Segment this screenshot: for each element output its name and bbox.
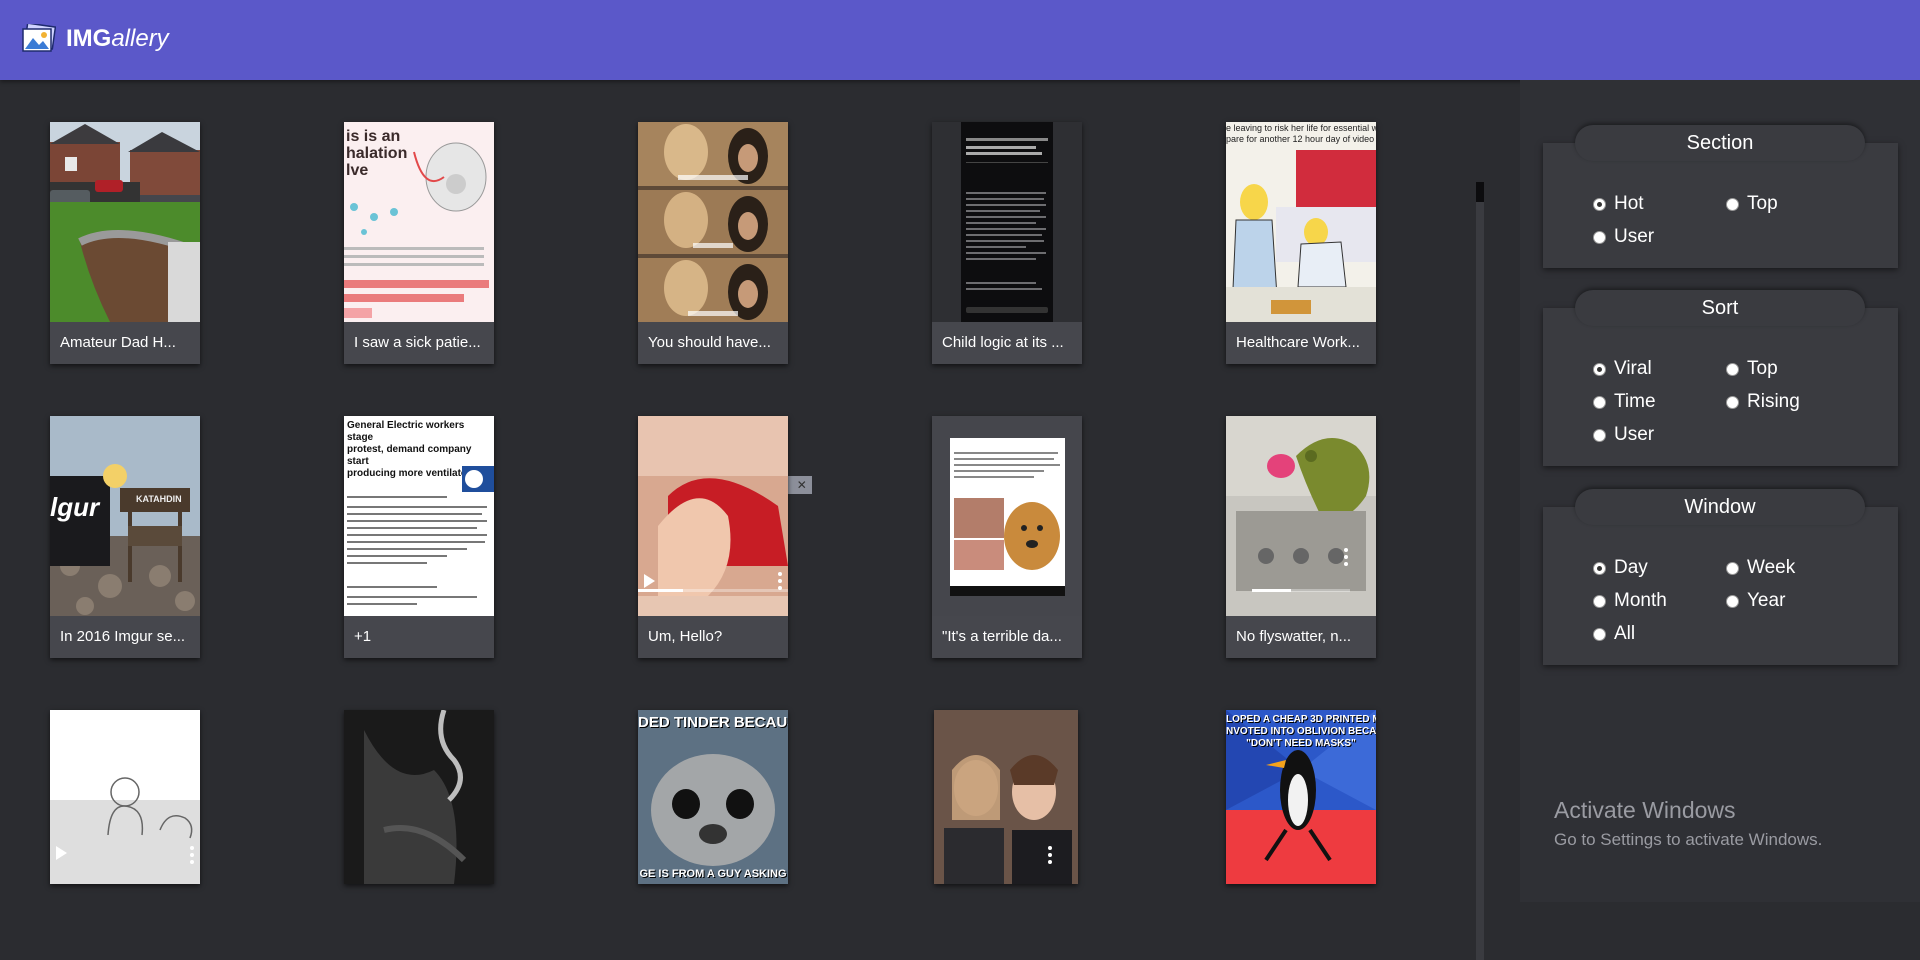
gallery-card[interactable]: e leaving to risk her life for essential…	[1226, 122, 1376, 364]
gallery-grid: Amateur Dad H... is is an halation lve I…	[0, 80, 1520, 960]
radio-icon[interactable]	[1726, 395, 1739, 409]
top-bar: IMGallery	[0, 0, 1920, 80]
more-options-icon[interactable]	[190, 846, 194, 864]
section-title: Section	[1575, 125, 1865, 161]
filter-sidebar: Section Hot Top User Sort Viral Top Time…	[1520, 80, 1920, 902]
section-option-hot[interactable]: Hot	[1593, 193, 1644, 215]
radio-icon[interactable]	[1593, 362, 1606, 376]
video-progress[interactable]	[1252, 589, 1350, 592]
sort-panel: Sort Viral Top Time Rising User	[1543, 290, 1898, 466]
window-panel: Window Day Week Month Year All	[1543, 489, 1898, 665]
radio-icon[interactable]	[1726, 362, 1739, 376]
gallery-card[interactable]: No flyswatter, n...	[1226, 416, 1376, 658]
gallery-logo-icon	[22, 24, 56, 52]
ad-close-icon[interactable]: ✕	[797, 478, 807, 492]
card-caption: I saw a sick patie...	[344, 322, 494, 364]
play-icon[interactable]	[56, 846, 67, 860]
section-option-user[interactable]: User	[1593, 226, 1654, 248]
gallery-card[interactable]: lgur KATAHDIN In 2016 Imgur se...	[50, 416, 200, 658]
window-option-week[interactable]: Week	[1726, 557, 1795, 579]
thumbnail-smoke-bw	[344, 710, 494, 884]
gallery-card[interactable]: You should have...	[638, 122, 788, 364]
radio-icon[interactable]	[1593, 428, 1606, 442]
gallery-card[interactable]: Child logic at its ...	[932, 122, 1082, 364]
section-option-top[interactable]: Top	[1726, 193, 1778, 215]
window-option-all[interactable]: All	[1593, 623, 1635, 645]
thumbnail-mask-infographic: is is an halation lve	[344, 122, 494, 322]
thumbnail-dog-post	[932, 416, 1082, 616]
radio-icon[interactable]	[1593, 395, 1606, 409]
sort-option-time[interactable]: Time	[1593, 391, 1656, 413]
card-caption: +1	[344, 616, 494, 658]
watermark-title: Activate Windows	[1554, 797, 1736, 823]
play-icon[interactable]	[644, 574, 655, 588]
thumbnail-ge-news: General Electric workers stage protest, …	[344, 416, 494, 616]
sort-title: Sort	[1575, 290, 1865, 326]
card-caption: No flyswatter, n...	[1226, 616, 1376, 658]
radio-icon[interactable]	[1593, 627, 1606, 641]
card-caption: Amateur Dad H...	[50, 322, 200, 364]
gallery-card[interactable]: General Electric workers stage protest, …	[344, 416, 494, 658]
card-caption: Um, Hello?	[638, 616, 788, 658]
gallery-card[interactable]: is is an halation lve I saw a sick patie…	[344, 122, 494, 364]
card-caption: You should have...	[638, 322, 788, 364]
video-progress[interactable]	[638, 589, 788, 592]
more-options-icon[interactable]	[778, 572, 782, 590]
thumbnail-sketch-video	[50, 710, 200, 884]
sort-option-user[interactable]: User	[1593, 424, 1654, 446]
radio-icon[interactable]	[1593, 230, 1606, 244]
more-options-icon[interactable]	[1048, 846, 1052, 864]
thumbnail-lawn-house	[50, 122, 200, 322]
thumbnail-healthcare-cartoon: e leaving to risk her life for essential…	[1226, 122, 1376, 322]
thumbnail-movie-meme	[638, 122, 788, 322]
gallery-card[interactable]: DED TINDER BECAUSE GE IS FROM A GUY ASKI…	[638, 710, 788, 884]
app-name: IMGallery	[66, 25, 169, 52]
thumbnail-chameleon-video	[1226, 416, 1376, 616]
thumbnail-seal-meme: DED TINDER BECAUSE GE IS FROM A GUY ASKI…	[638, 710, 788, 884]
gallery-card[interactable]: Um, Hello?	[638, 416, 788, 658]
logo[interactable]: IMGallery	[22, 24, 169, 54]
more-options-icon[interactable]	[1344, 548, 1348, 566]
scrollbar-thumb[interactable]	[1476, 182, 1484, 202]
window-option-year[interactable]: Year	[1726, 590, 1785, 612]
thumbnail-two-women-video	[934, 710, 1078, 884]
radio-icon[interactable]	[1726, 197, 1739, 211]
card-caption: Healthcare Work...	[1226, 322, 1376, 364]
radio-icon[interactable]	[1726, 594, 1739, 608]
sort-option-viral[interactable]: Viral	[1593, 358, 1652, 380]
gallery-card[interactable]: Amateur Dad H...	[50, 122, 200, 364]
window-option-day[interactable]: Day	[1593, 557, 1648, 579]
window-option-month[interactable]: Month	[1593, 590, 1667, 612]
radio-icon[interactable]	[1593, 561, 1606, 575]
radio-icon[interactable]	[1593, 197, 1606, 211]
card-caption: "It's a terrible da...	[932, 616, 1082, 658]
watermark-subtitle: Go to Settings to activate Windows.	[1554, 830, 1823, 849]
gallery-card[interactable]: "It's a terrible da...	[932, 416, 1082, 658]
thumbnail-video-hand	[638, 416, 788, 616]
gallery-card[interactable]	[344, 710, 494, 884]
gallery-card[interactable]: LOPED A CHEAP 3D PRINTED MASK NVOTED INT…	[1226, 710, 1376, 884]
thumbnail-imgur-summit: lgur KATAHDIN	[50, 416, 200, 616]
radio-icon[interactable]	[1726, 561, 1739, 575]
activate-windows-watermark: Activate Windows Go to Settings to activ…	[1554, 797, 1822, 850]
gallery-scrollbar[interactable]	[1476, 182, 1484, 960]
card-caption: Child logic at its ...	[932, 322, 1082, 364]
sort-option-top[interactable]: Top	[1726, 358, 1778, 380]
sort-option-rising[interactable]: Rising	[1726, 391, 1800, 413]
thumbnail-penguin-meme: LOPED A CHEAP 3D PRINTED MASK NVOTED INT…	[1226, 710, 1376, 884]
radio-icon[interactable]	[1593, 594, 1606, 608]
window-title: Window	[1575, 489, 1865, 525]
gallery-card[interactable]	[50, 710, 200, 884]
thumbnail-phone-screenshot	[932, 122, 1082, 322]
gallery-card[interactable]	[934, 710, 1078, 884]
card-caption: In 2016 Imgur se...	[50, 616, 200, 658]
section-panel: Section Hot Top User	[1543, 125, 1898, 268]
